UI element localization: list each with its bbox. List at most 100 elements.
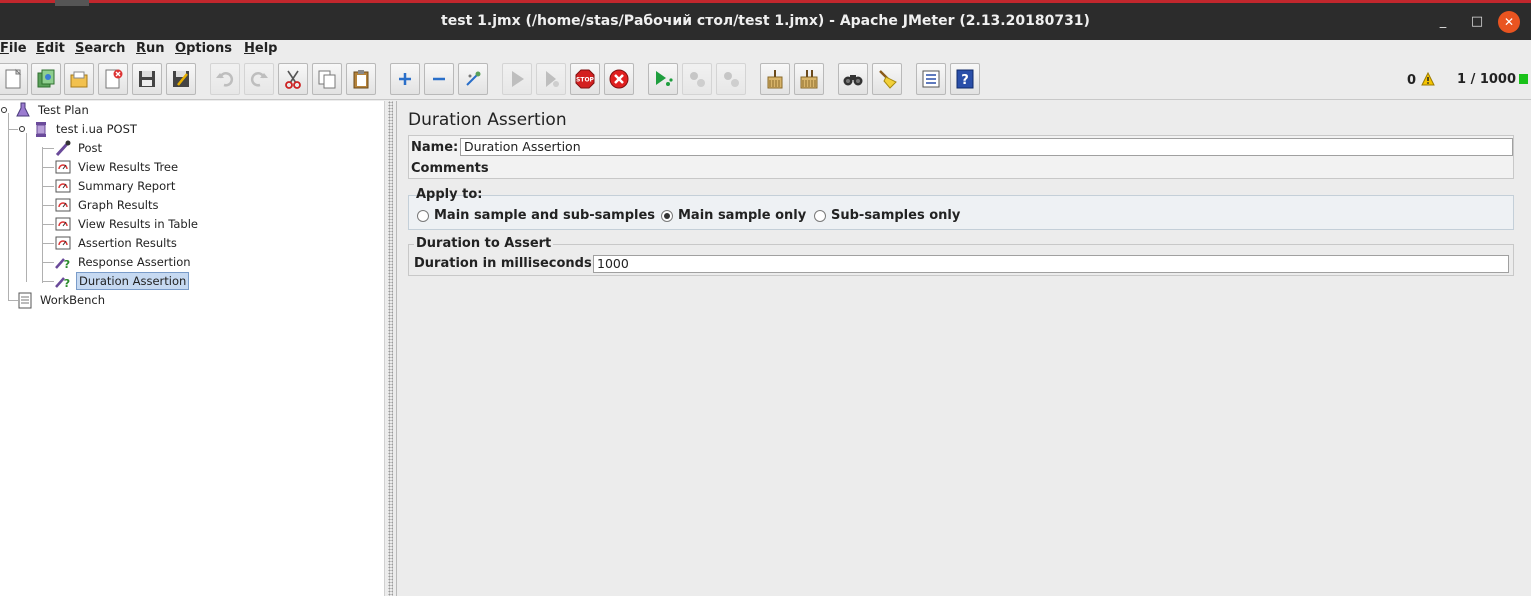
menu-edit[interactable]: Edit xyxy=(36,41,65,56)
save-button[interactable] xyxy=(132,63,162,95)
menu-bar: File Edit Search Run Options Help xyxy=(0,40,1531,60)
close-document-icon xyxy=(105,69,123,89)
tree-node-view-results-tree[interactable]: View Results Tree xyxy=(54,158,180,176)
close-button[interactable] xyxy=(98,63,128,95)
window-titlebar: test 1.jmx (/home/stas/Рабочий стол/test… xyxy=(0,0,1531,40)
tree-node-view-results-table[interactable]: View Results in Table xyxy=(54,215,200,233)
save-disk-icon xyxy=(139,71,155,87)
tree-node-test-plan[interactable]: Test Plan xyxy=(0,101,91,119)
radio-main-sample-only[interactable]: Main sample only xyxy=(661,208,806,223)
close-window-button[interactable]: ✕ xyxy=(1498,11,1520,33)
tree-node-post[interactable]: Post xyxy=(54,139,104,157)
menu-file[interactable]: File xyxy=(0,41,27,56)
clear-all-button[interactable] xyxy=(794,63,824,95)
workbench-clipboard-icon xyxy=(16,291,34,309)
tree-node-workbench[interactable]: WorkBench xyxy=(16,291,107,309)
remote-exit-icon xyxy=(724,72,739,87)
toggle-button[interactable] xyxy=(458,63,488,95)
remote-stop-button[interactable] xyxy=(682,63,712,95)
tree-label-summary-report: Summary Report xyxy=(78,179,176,193)
tree-label-duration-assertion: Duration Assertion xyxy=(76,272,190,290)
shutdown-button[interactable] xyxy=(604,63,634,95)
remote-exit-button[interactable] xyxy=(716,63,746,95)
name-field[interactable]: Duration Assertion xyxy=(460,138,1513,156)
warning-count-value: 0 xyxy=(1407,73,1417,88)
new-button[interactable] xyxy=(0,63,28,95)
split-pane-divider[interactable] xyxy=(384,101,397,596)
copy-button[interactable] xyxy=(312,63,342,95)
tree-label-workbench: WorkBench xyxy=(40,293,105,307)
cut-button[interactable] xyxy=(278,63,308,95)
function-helper-button[interactable] xyxy=(916,63,946,95)
duration-ms-label: Duration in milliseconds: xyxy=(414,256,597,271)
listener-gauge-icon xyxy=(54,158,72,176)
open-button[interactable] xyxy=(64,63,94,95)
undo-button[interactable] xyxy=(210,63,240,95)
tree-label-test-plan: Test Plan xyxy=(38,103,89,117)
minus-icon xyxy=(433,77,445,81)
tree-label-thread-group: test i.ua POST xyxy=(56,122,137,136)
tree-node-graph-results[interactable]: Graph Results xyxy=(54,196,160,214)
start-no-pauses-button[interactable] xyxy=(536,63,566,95)
name-label: Name: xyxy=(411,140,459,155)
tree-node-assertion-results[interactable]: Assertion Results xyxy=(54,234,179,252)
binoculars-icon xyxy=(843,75,863,86)
tree-node-thread-group[interactable]: test i.ua POST xyxy=(18,120,139,138)
play-no-pauses-icon xyxy=(546,71,559,87)
stop-button[interactable]: STOP xyxy=(570,63,600,95)
svg-text:?: ? xyxy=(64,277,70,290)
clear-button[interactable] xyxy=(760,63,790,95)
reset-search-broom-icon xyxy=(879,70,897,89)
tree-label-response-assertion: Response Assertion xyxy=(78,255,191,269)
listener-gauge-icon xyxy=(54,234,72,252)
reset-search-button[interactable] xyxy=(872,63,902,95)
svg-text:?: ? xyxy=(961,73,969,88)
radio-label-main-and-sub: Main sample and sub-samples xyxy=(434,208,656,223)
paste-button[interactable] xyxy=(346,63,376,95)
menu-options[interactable]: Options xyxy=(175,41,232,56)
tree-node-response-assertion[interactable]: ? Response Assertion xyxy=(54,253,193,271)
start-button[interactable] xyxy=(502,63,532,95)
stop-sign-icon: STOP xyxy=(575,69,595,89)
comments-label: Comments: xyxy=(411,161,494,176)
warning-count[interactable]: 0 xyxy=(1407,71,1435,88)
clear-broom-icon xyxy=(767,70,783,89)
tree-expander-icon[interactable] xyxy=(18,120,28,138)
toggle-wand-icon xyxy=(466,71,481,86)
duration-assertion-panel: Duration Assertion Name: Duration Assert… xyxy=(398,101,1531,596)
radio-checked-icon xyxy=(661,209,673,222)
minimize-button[interactable]: _ xyxy=(1432,11,1454,33)
assertion-question-icon: ? xyxy=(54,272,72,290)
assertion-question-icon: ? xyxy=(54,253,72,271)
undo-icon xyxy=(216,72,234,87)
tree-expander-icon[interactable] xyxy=(0,101,10,119)
duration-ms-field[interactable]: 1000 xyxy=(593,255,1509,273)
collapse-all-button[interactable] xyxy=(424,63,454,95)
paste-clipboard-icon xyxy=(353,70,369,89)
help-button[interactable]: ? xyxy=(950,63,980,95)
tree-node-duration-assertion[interactable]: ? Duration Assertion xyxy=(54,272,190,290)
menu-search[interactable]: Search xyxy=(75,41,125,56)
listener-gauge-icon xyxy=(54,215,72,233)
tree-node-summary-report[interactable]: Summary Report xyxy=(54,177,177,195)
comments-field[interactable] xyxy=(490,160,1513,178)
radio-main-and-sub-samples[interactable]: Main sample and sub-samples xyxy=(417,208,655,223)
new-document-icon xyxy=(5,68,22,89)
templates-button[interactable] xyxy=(31,63,61,95)
remote-stop-icon xyxy=(690,72,705,87)
menu-help[interactable]: Help xyxy=(244,41,277,56)
radio-sub-samples-only[interactable]: Sub-samples only xyxy=(814,208,960,223)
expand-all-button[interactable] xyxy=(390,63,420,95)
redo-icon xyxy=(250,72,268,87)
svg-text:?: ? xyxy=(64,258,70,271)
clear-all-broom-icon xyxy=(800,70,818,89)
svg-text:STOP: STOP xyxy=(576,77,595,84)
search-button[interactable] xyxy=(838,63,868,95)
remote-start-button[interactable] xyxy=(648,63,678,95)
save-as-button[interactable] xyxy=(166,63,196,95)
menu-run[interactable]: Run xyxy=(136,41,165,56)
maximize-button[interactable]: □ xyxy=(1466,11,1488,33)
shutdown-x-icon xyxy=(609,69,629,89)
radio-unchecked-icon xyxy=(417,209,429,222)
redo-button[interactable] xyxy=(244,63,274,95)
